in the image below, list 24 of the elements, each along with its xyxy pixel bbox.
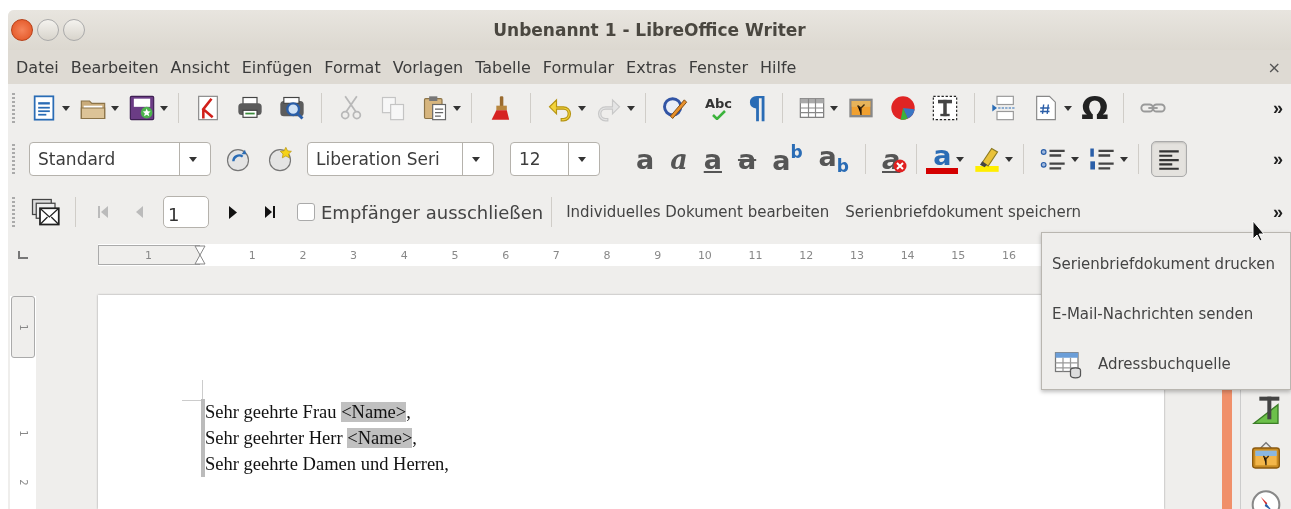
ruler-number: 2 (17, 479, 29, 486)
ruler-number: 1 (247, 248, 257, 262)
ruler-number: 2 (298, 248, 308, 262)
ruler-number: 11 (747, 248, 764, 262)
ruler-number: 14 (899, 248, 916, 262)
ruler-number: 1 (145, 248, 153, 262)
ruler-number: 16 (1001, 248, 1017, 262)
ruler-number: 8 (602, 248, 612, 262)
text-line: Sehr geehrte Frau <Name>, (205, 401, 412, 424)
ruler-number: 1 (17, 323, 29, 331)
window-title: Unbenannt 1 - LibreOffice Writer (493, 20, 806, 40)
text-line: Sehr geehrte Damen und Herren, (205, 453, 449, 476)
ruler-number: 15 (950, 248, 967, 262)
ruler-number: 9 (653, 248, 663, 262)
ruler-number: 1 (17, 430, 29, 437)
ruler-number: 6 (501, 248, 511, 262)
ruler-number: 3 (349, 248, 359, 262)
ruler-number: 10 (696, 248, 713, 262)
ruler-number: 4 (399, 248, 409, 262)
ruler-number: 12 (798, 248, 815, 262)
ruler-number: 5 (450, 248, 460, 262)
ruler-number: 7 (551, 248, 561, 262)
text-line: Sehr geehrter Herr <Name>, (205, 427, 418, 450)
ruler-number: 13 (848, 248, 865, 262)
